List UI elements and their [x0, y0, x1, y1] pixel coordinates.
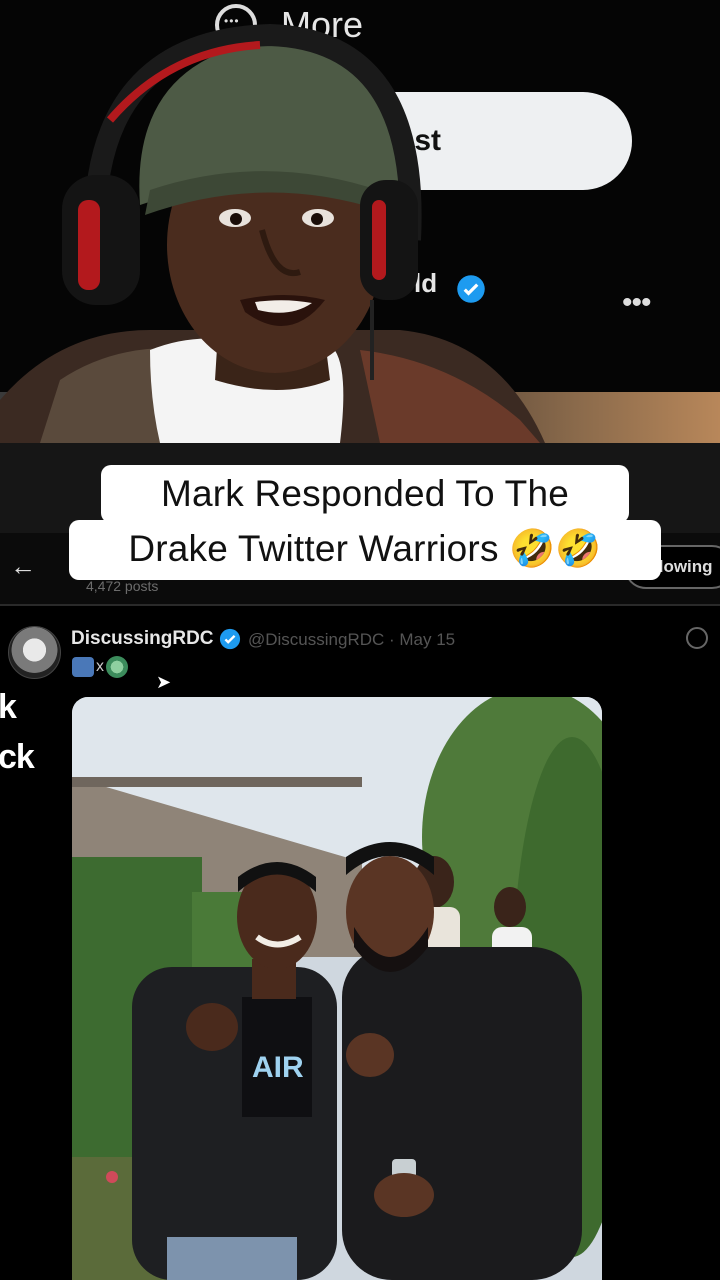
verified-badge-icon — [219, 628, 241, 650]
webcam-panel: More Post orld ••• — [0, 0, 720, 443]
tweet-photo[interactable]: AIR — [72, 697, 602, 1280]
tweet-emoji-text: x — [72, 656, 128, 678]
emoji-separator: x — [96, 658, 104, 675]
clipped-side-text: k ck — [0, 682, 35, 782]
tweet-display-name[interactable]: DiscussingRDC — [71, 628, 214, 650]
photo-drawing: AIR — [72, 697, 602, 1280]
shirt-print: AIR — [252, 1051, 304, 1084]
posts-count: 4,472 posts — [86, 578, 159, 594]
mouse-cursor-icon: ➤ — [156, 672, 172, 692]
tweet-handle-date[interactable]: @DiscussingRDC · May 15 — [248, 630, 455, 650]
grok-icon[interactable] — [686, 627, 708, 649]
side-text-line-1: k — [0, 688, 17, 726]
caption-line-2: Drake Twitter Warriors 🤣🤣 — [69, 520, 661, 580]
side-text-line-2: ck — [0, 738, 35, 776]
caption-line-1: Mark Responded To The — [101, 465, 629, 523]
back-arrow-icon[interactable]: ← — [10, 551, 36, 582]
avatar[interactable] — [8, 626, 61, 679]
owl-emoji-icon — [106, 656, 128, 678]
rdc-logo-emoji-icon — [72, 657, 94, 677]
streamer-figure — [0, 23, 545, 443]
